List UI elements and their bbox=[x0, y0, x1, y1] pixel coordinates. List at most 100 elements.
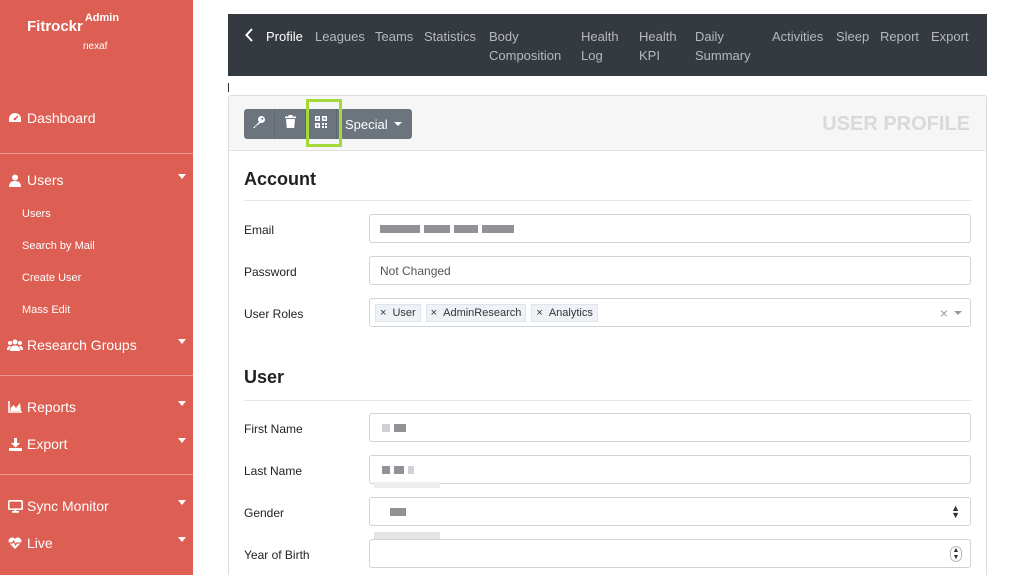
sidebar-item-label: Live bbox=[27, 535, 53, 551]
users-group-icon bbox=[7, 338, 23, 352]
tab-body-composition[interactable]: Body Composition bbox=[489, 27, 569, 65]
user-roles-label: User Roles bbox=[244, 307, 304, 321]
remove-tag-icon[interactable]: × bbox=[536, 307, 542, 319]
tab-statistics[interactable]: Statistics bbox=[424, 27, 476, 46]
user-profile-card: Special USER PROFILE Account Email Passw… bbox=[228, 95, 987, 575]
redacted-text bbox=[454, 224, 478, 233]
sidebar-item-label: Users bbox=[27, 172, 64, 188]
remove-tag-icon[interactable]: × bbox=[380, 307, 386, 319]
redacted-text bbox=[394, 465, 404, 474]
last-name-label: Last Name bbox=[244, 464, 303, 478]
desktop-icon bbox=[7, 499, 23, 513]
key-icon bbox=[252, 115, 266, 134]
gender-label: Gender bbox=[244, 506, 285, 520]
download-icon bbox=[7, 437, 23, 451]
key-button[interactable] bbox=[244, 109, 275, 139]
sidebar-item-label: Reports bbox=[27, 399, 77, 415]
redacted-text bbox=[382, 423, 390, 432]
card-header: Special USER PROFILE bbox=[229, 96, 986, 151]
user-roles-select[interactable]: × User × AdminResearch × Analytics × bbox=[369, 298, 971, 327]
sidebar-subitem-create-user[interactable]: Create User bbox=[22, 272, 81, 284]
role-tag-label: Analytics bbox=[548, 306, 593, 319]
sidebar-item-sync-monitor[interactable]: Sync Monitor bbox=[7, 498, 187, 514]
section-divider bbox=[244, 400, 971, 401]
redacted-text bbox=[482, 224, 514, 233]
redacted-text bbox=[408, 465, 414, 474]
role-tag[interactable]: × Analytics bbox=[531, 303, 598, 322]
brand-logo[interactable]: Fitrockr Admin bbox=[27, 12, 119, 35]
password-field[interactable]: Not Changed bbox=[369, 256, 971, 285]
qr-code-button[interactable] bbox=[306, 109, 337, 139]
role-tag[interactable]: × User bbox=[375, 303, 421, 322]
sidebar-subitem-mass-edit[interactable]: Mass Edit bbox=[22, 304, 70, 316]
email-label: Email bbox=[244, 223, 275, 237]
tab-leagues[interactable]: Leagues bbox=[315, 27, 365, 46]
sidebar-item-label: Sync Monitor bbox=[27, 498, 109, 514]
sidebar-divider bbox=[0, 375, 193, 376]
chevron-down-icon bbox=[178, 339, 186, 344]
tab-teams[interactable]: Teams bbox=[375, 27, 413, 46]
special-dropdown-button[interactable]: Special bbox=[337, 109, 412, 139]
chevron-left-icon[interactable] bbox=[245, 28, 255, 42]
brand-name: Fitrockr bbox=[27, 18, 83, 35]
last-name-field[interactable] bbox=[369, 455, 971, 484]
card-title: USER PROFILE bbox=[822, 113, 970, 135]
sidebar-item-label: Research Groups bbox=[27, 337, 137, 353]
redacted-text bbox=[390, 507, 406, 516]
sidebar-item-reports[interactable]: Reports bbox=[7, 399, 187, 415]
role-tag-label: User bbox=[392, 306, 416, 319]
sidebar-item-export[interactable]: Export bbox=[7, 436, 187, 452]
chevron-down-icon[interactable] bbox=[954, 311, 962, 315]
sidebar-subitem-users[interactable]: Users bbox=[22, 208, 51, 220]
chart-area-icon bbox=[7, 400, 23, 414]
year-of-birth-label: Year of Birth bbox=[244, 548, 310, 562]
tab-profile[interactable]: Profile bbox=[266, 27, 303, 46]
password-label: Password bbox=[244, 265, 297, 279]
password-placeholder: Not Changed bbox=[380, 263, 451, 278]
trash-icon bbox=[284, 115, 296, 133]
tab-report[interactable]: Report bbox=[880, 27, 919, 46]
sidebar-subitem-search-by-mail[interactable]: Search by Mail bbox=[22, 240, 95, 252]
redacted-text bbox=[380, 224, 420, 233]
redaction-overlay bbox=[374, 404, 440, 412]
sidebar-item-live[interactable]: Live bbox=[7, 535, 187, 551]
first-name-label: First Name bbox=[244, 422, 303, 436]
sidebar-item-users[interactable]: Users bbox=[7, 172, 187, 188]
sidebar-divider bbox=[0, 474, 193, 475]
year-of-birth-field[interactable]: ▲ ▼ bbox=[369, 539, 971, 568]
sidebar-item-label: Dashboard bbox=[27, 110, 96, 126]
first-name-field[interactable] bbox=[369, 413, 971, 442]
section-divider bbox=[244, 200, 971, 201]
clear-icon[interactable]: × bbox=[940, 305, 948, 321]
chevron-down-icon bbox=[178, 174, 186, 179]
delete-button[interactable] bbox=[275, 109, 306, 139]
role-tag-label: AdminResearch bbox=[443, 306, 522, 319]
sidebar-item-research-groups[interactable]: Research Groups bbox=[7, 337, 187, 353]
redacted-text bbox=[394, 423, 406, 432]
text-cursor bbox=[228, 83, 229, 92]
tab-health-log[interactable]: Health Log bbox=[581, 27, 623, 65]
tab-health-kpi[interactable]: Health KPI bbox=[639, 27, 681, 65]
role-tag[interactable]: × AdminResearch bbox=[425, 303, 527, 322]
tab-activities[interactable]: Activities bbox=[772, 27, 823, 46]
gender-select[interactable]: ▲ ▼ bbox=[369, 497, 971, 526]
chevron-down-icon bbox=[178, 438, 186, 443]
number-stepper-icon[interactable]: ▲ ▼ bbox=[950, 546, 962, 562]
section-title-user: User bbox=[244, 367, 285, 387]
sidebar-item-dashboard[interactable]: Dashboard bbox=[7, 110, 187, 126]
tab-sleep[interactable]: Sleep bbox=[836, 27, 869, 46]
organization-name: nexaf bbox=[83, 41, 108, 52]
chevron-down-icon bbox=[178, 537, 186, 542]
tab-export[interactable]: Export bbox=[931, 27, 969, 46]
redacted-text bbox=[424, 224, 450, 233]
chevron-down-icon bbox=[178, 500, 186, 505]
redaction-overlay bbox=[374, 532, 440, 539]
sidebar-item-label: Export bbox=[27, 436, 68, 452]
remove-tag-icon[interactable]: × bbox=[431, 307, 437, 319]
qr-code-icon bbox=[315, 115, 327, 133]
email-field[interactable] bbox=[369, 214, 971, 243]
profile-tabs-navbar: Profile Leagues Teams Statistics Body Co… bbox=[228, 14, 987, 76]
heartbeat-icon bbox=[7, 536, 23, 550]
chevron-down-icon bbox=[178, 401, 186, 406]
tab-daily-summary[interactable]: Daily Summary bbox=[695, 27, 757, 65]
